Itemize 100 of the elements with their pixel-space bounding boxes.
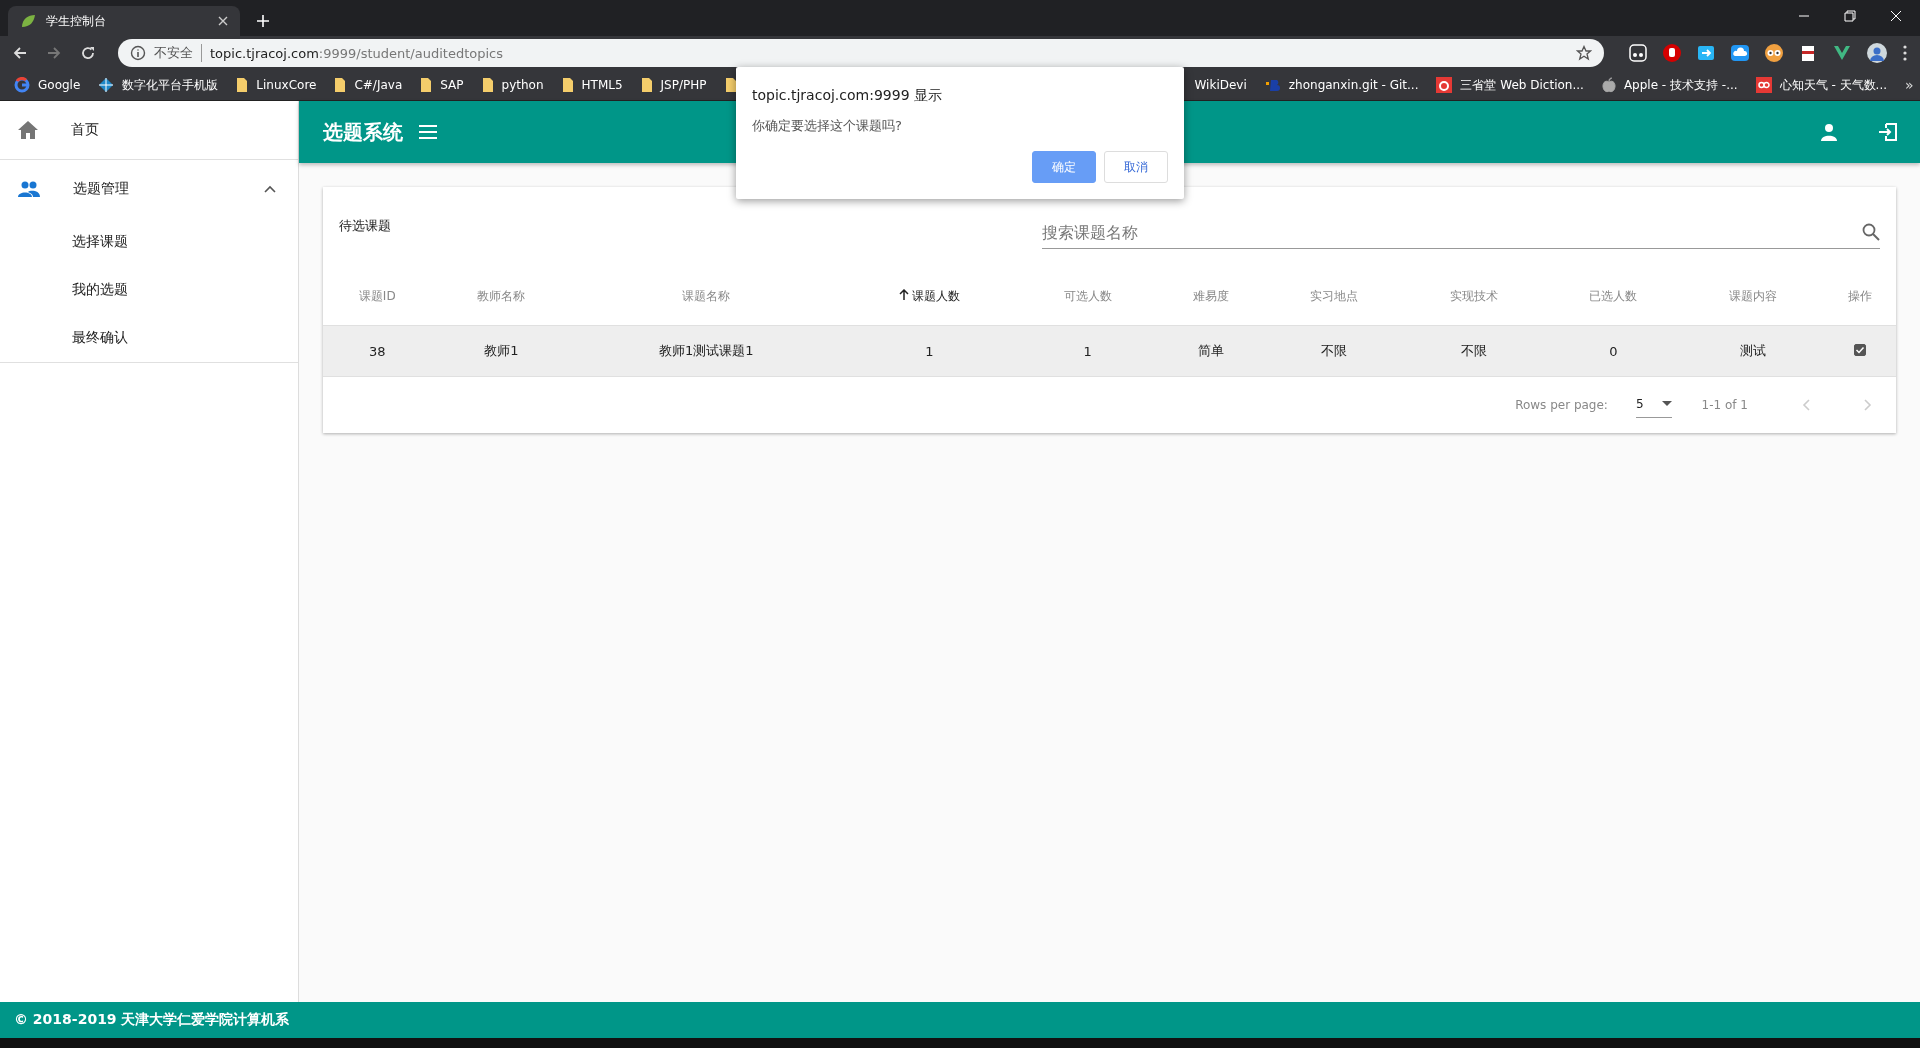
table-cell: 简单 bbox=[1157, 325, 1264, 377]
apple-icon bbox=[1601, 77, 1616, 93]
bookmark-label: LinuxCore bbox=[256, 78, 317, 92]
bookmark[interactable]: C#/Java bbox=[334, 77, 403, 93]
column-header[interactable]: 课题内容 bbox=[1683, 267, 1824, 326]
folder-icon bbox=[481, 77, 494, 93]
more-bookmarks-button[interactable]: » bbox=[1905, 77, 1914, 93]
info-icon bbox=[130, 45, 146, 61]
folder-icon bbox=[334, 77, 347, 93]
letter-logo-icon bbox=[1264, 77, 1281, 93]
hand-extension-icon[interactable] bbox=[1662, 43, 1682, 63]
cloud-extension-icon[interactable] bbox=[1730, 43, 1750, 63]
reload-icon[interactable] bbox=[80, 45, 96, 61]
leaf-icon bbox=[20, 13, 36, 29]
sidebar-label: 选题管理 bbox=[73, 180, 130, 198]
home-icon bbox=[17, 120, 39, 140]
bookmark-label: Apple - 技术支持 -... bbox=[1623, 76, 1738, 94]
bookmark[interactable]: 数字化平台手机版 bbox=[98, 76, 219, 94]
exit-icon[interactable] bbox=[1878, 122, 1898, 142]
dropdown-caret-icon bbox=[1661, 401, 1672, 406]
person-icon[interactable] bbox=[1820, 123, 1838, 141]
bookmark[interactable]: HTML5 bbox=[561, 77, 623, 93]
sidebar-subitem[interactable]: 最终确认 bbox=[0, 314, 298, 362]
sidebar-subitem[interactable]: 我的选题 bbox=[0, 266, 298, 314]
bookmark-label: SAP bbox=[440, 78, 464, 92]
table-cell: 1 bbox=[841, 325, 1018, 377]
letter-e-icon bbox=[1436, 77, 1453, 93]
folder-icon bbox=[640, 77, 653, 93]
column-header[interactable]: 难易度 bbox=[1157, 267, 1264, 326]
bookmark[interactable]: 三省堂 Web Diction... bbox=[1436, 76, 1584, 94]
restore-icon[interactable] bbox=[1844, 10, 1856, 22]
rows-per-page-select[interactable]: 5 bbox=[1635, 392, 1672, 418]
bookmark-label: python bbox=[501, 78, 544, 92]
bookmark[interactable]: python bbox=[481, 77, 544, 93]
table-cell: 不限 bbox=[1403, 325, 1544, 377]
column-header[interactable]: 已选人数 bbox=[1543, 267, 1684, 326]
bookmark[interactable]: WikiDevi bbox=[1194, 78, 1247, 92]
table-cell: 测试 bbox=[1683, 325, 1824, 377]
tab-title: 学生控制台 bbox=[46, 12, 107, 30]
bookmark-label: JSP/PHP bbox=[660, 78, 707, 92]
table-cell: 1 bbox=[1017, 325, 1158, 377]
back-icon[interactable] bbox=[12, 45, 28, 61]
forward-icon[interactable] bbox=[46, 45, 62, 61]
card-title: 待选课题 bbox=[339, 217, 392, 235]
sidebar-label: 首页 bbox=[71, 121, 100, 139]
dialog-message: 你确定要选择这个课题吗? bbox=[752, 117, 903, 135]
bookmark-label: C#/Java bbox=[354, 78, 403, 92]
bookmark[interactable]: zhonganxin.git - Git... bbox=[1264, 77, 1419, 93]
page-range: 1-1 of 1 bbox=[1701, 398, 1748, 412]
search-icon[interactable] bbox=[1862, 223, 1880, 241]
table-cell: 38 bbox=[323, 325, 432, 377]
column-header[interactable]: 实习地点 bbox=[1263, 267, 1404, 326]
rows-per-page-label: Rows per page: bbox=[1515, 398, 1608, 412]
column-header[interactable]: 实现技术 bbox=[1403, 267, 1544, 326]
bookmark[interactable]: SAP bbox=[420, 77, 464, 93]
table-cell: 0 bbox=[1543, 325, 1684, 377]
column-header[interactable]: 教师名称 bbox=[431, 267, 572, 326]
folder-icon bbox=[236, 77, 249, 93]
column-header[interactable]: 可选人数 bbox=[1017, 267, 1158, 326]
globe-icon bbox=[98, 77, 115, 93]
avatar-icon[interactable] bbox=[1866, 42, 1888, 64]
bookmark[interactable]: Google bbox=[14, 77, 81, 93]
owl-extension-icon[interactable] bbox=[1764, 43, 1784, 63]
infinity-logo-icon bbox=[1755, 77, 1772, 93]
column-header[interactable]: 课题ID bbox=[323, 267, 432, 326]
google-logo-icon bbox=[14, 77, 30, 93]
bookmark[interactable]: Apple - 技术支持 -... bbox=[1601, 76, 1738, 94]
url-text: topic.tjracoj.com:9999/student/auditedtopics bbox=[210, 45, 503, 61]
bookmark-label: zhonganxin.git - Git... bbox=[1288, 78, 1419, 92]
sidebar-item[interactable]: 选题管理 bbox=[0, 160, 298, 218]
new-tab-icon[interactable] bbox=[256, 14, 270, 28]
folder-icon bbox=[420, 77, 433, 93]
column-header[interactable]: 课题名称 bbox=[571, 267, 842, 326]
search-field[interactable]: 搜索课题名称 bbox=[1042, 223, 1880, 249]
star-icon[interactable] bbox=[1576, 45, 1592, 61]
chevron-up-icon[interactable] bbox=[264, 185, 276, 193]
bookmark-label: Google bbox=[38, 78, 81, 92]
bookmark-label: 三省堂 Web Diction... bbox=[1460, 76, 1584, 94]
bookmark[interactable]: LinuxCore bbox=[236, 77, 317, 93]
arrow-extension-icon[interactable] bbox=[1696, 43, 1716, 63]
bookmark[interactable]: JSP/PHP bbox=[640, 77, 707, 93]
dialog-title: topic.tjracoj.com:9999 显示 bbox=[752, 87, 943, 105]
browser-tab[interactable]: 学生控制台 bbox=[8, 6, 240, 36]
table-row[interactable]: 38 教师1 教师1测试课题1 1 1 简单 不限 不限 0 测试 bbox=[323, 325, 1896, 377]
checked-box-icon[interactable] bbox=[1853, 343, 1866, 356]
folder-icon bbox=[561, 77, 574, 93]
sidebar-subitem[interactable]: 选择课题 bbox=[0, 218, 298, 266]
bookmark-label: HTML5 bbox=[581, 78, 623, 92]
bookmark[interactable]: 心知天气 - 天气数... bbox=[1755, 76, 1887, 94]
bookmark-label: 心知天气 - 天气数... bbox=[1779, 76, 1887, 94]
address-bar[interactable]: 不安全 topic.tjracoj.com:9999/student/auditedtopics bbox=[118, 39, 1604, 67]
cancel-button[interactable]: 取消 bbox=[1104, 151, 1168, 183]
people-icon bbox=[17, 181, 41, 197]
column-header[interactable]: 课题人数 bbox=[841, 267, 1018, 326]
sidebar-item[interactable]: 首页 bbox=[0, 101, 298, 159]
close-icon[interactable] bbox=[218, 16, 228, 26]
column-header[interactable]: 操作 bbox=[1823, 267, 1896, 326]
bookmark-label: 数字化平台手机版 bbox=[122, 76, 219, 94]
glasses-extension-icon[interactable] bbox=[1628, 43, 1648, 63]
menu-icon[interactable] bbox=[1902, 44, 1908, 62]
